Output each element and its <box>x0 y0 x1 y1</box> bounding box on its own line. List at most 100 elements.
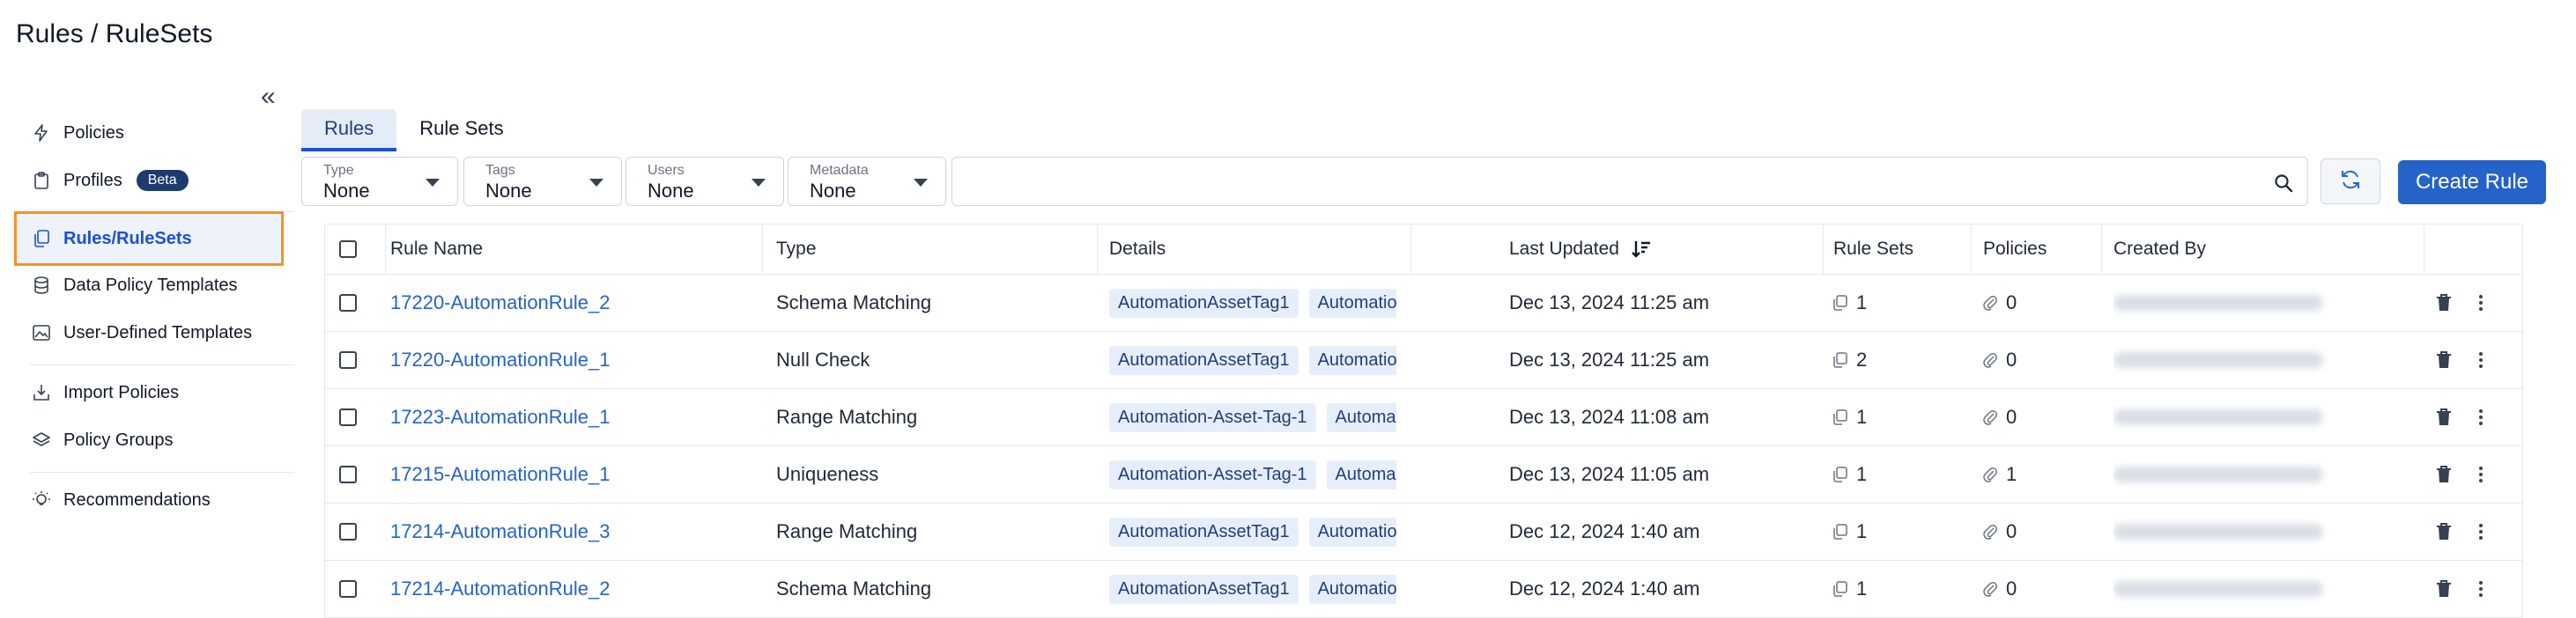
trash-icon[interactable] <box>2436 294 2452 312</box>
policies-count: 0 <box>1983 389 2098 445</box>
redacted-email <box>2113 409 2323 425</box>
filter-label: Metadata <box>810 163 869 178</box>
table-row[interactable]: 17220-AutomationRule_1 Null Check Automa… <box>325 332 2522 389</box>
filter-value: None <box>648 180 694 202</box>
page-title: Rules / RuleSets <box>16 19 213 48</box>
more-vertical-icon[interactable] <box>2478 294 2483 312</box>
row-checkbox[interactable] <box>339 294 357 312</box>
more-vertical-icon[interactable] <box>2478 523 2483 541</box>
rule-name-link[interactable]: 17223-AutomationRule_1 <box>390 406 611 429</box>
policies-count: 0 <box>1983 561 2098 617</box>
more-vertical-icon[interactable] <box>2478 351 2483 369</box>
header-rule-name[interactable]: Rule Name <box>390 224 725 274</box>
sidebar-item-label: Policy Groups <box>63 430 174 450</box>
trash-icon[interactable] <box>2436 523 2452 541</box>
header-created-by[interactable]: Created By <box>2113 224 2395 274</box>
policies-value: 0 <box>2006 406 2017 428</box>
copy-icon <box>1833 352 1847 368</box>
caret-down-icon <box>589 179 603 187</box>
copy-icon <box>32 229 51 248</box>
paperclip-icon <box>1983 524 1997 540</box>
row-checkbox[interactable] <box>339 580 357 598</box>
row-checkbox[interactable] <box>339 408 357 426</box>
header-policies[interactable]: Policies <box>1983 224 2106 274</box>
sort-desc-icon[interactable] <box>1632 239 1651 259</box>
row-checkbox[interactable] <box>339 523 357 541</box>
last-updated: Dec 12, 2024 1:40 am <box>1509 520 1700 542</box>
sidebar-item-label: Policies <box>63 122 124 143</box>
sidebar-item-profiles[interactable]: Profiles Beta <box>14 157 284 204</box>
sidebar-item-data-policy-templates[interactable]: Data Policy Templates <box>14 261 284 309</box>
create-rule-button[interactable]: Create Rule <box>2398 160 2546 204</box>
copy-icon <box>1833 295 1847 311</box>
header-rule-sets[interactable]: Rule Sets <box>1833 224 1974 274</box>
header-type[interactable]: Type <box>776 224 1093 274</box>
table-row[interactable]: 17220-AutomationRule_2 Schema Matching A… <box>325 275 2522 332</box>
table-row[interactable]: 17214-AutomationRule_2 Schema Matching A… <box>325 561 2522 618</box>
trash-icon[interactable] <box>2436 466 2452 483</box>
header-last-updated[interactable]: Last Updated <box>1509 224 1809 274</box>
trash-icon[interactable] <box>2436 351 2452 369</box>
sidebar-item-policy-groups[interactable]: Policy Groups <box>14 416 284 464</box>
collapse-sidebar-icon[interactable]: « <box>261 84 276 110</box>
rule-name-link[interactable]: 17220-AutomationRule_1 <box>390 349 611 372</box>
sidebar-item-import-policies[interactable]: Import Policies <box>14 369 284 416</box>
refresh-button[interactable] <box>2321 158 2380 204</box>
rules-table: Rule Name Type Details Last Updated Rule… <box>324 224 2523 618</box>
tag-chip: AutomationAssetTag1 <box>1109 345 1299 375</box>
image-icon <box>32 323 51 342</box>
refresh-icon <box>2339 169 2362 195</box>
last-updated: Dec 13, 2024 11:25 am <box>1509 349 1710 371</box>
more-vertical-icon[interactable] <box>2478 466 2483 483</box>
rule-name-link[interactable]: 17214-AutomationRule_2 <box>390 578 611 600</box>
tags-filter[interactable]: Tags None <box>463 157 622 206</box>
rule-sets-value: 1 <box>1856 463 1868 485</box>
header-details[interactable]: Details <box>1109 224 1400 274</box>
rule-sets-count: 1 <box>1833 389 1965 445</box>
search-icon[interactable] <box>2274 173 2293 197</box>
sidebar-item-recommendations[interactable]: Recommendations <box>14 476 284 524</box>
table-row[interactable]: 17223-AutomationRule_1 Range Matching Au… <box>325 389 2522 446</box>
bolt-icon <box>32 123 51 143</box>
sidebar-item-rules-rulesets[interactable]: Rules/RuleSets <box>14 211 284 266</box>
tab-rules[interactable]: Rules <box>301 109 397 151</box>
rule-name-link[interactable]: 17220-AutomationRule_2 <box>390 291 611 314</box>
policies-value: 1 <box>2006 463 2017 485</box>
policies-count: 1 <box>1983 446 2098 503</box>
row-checkbox[interactable] <box>339 466 357 483</box>
sidebar-item-policies[interactable]: Policies <box>14 109 284 157</box>
row-checkbox[interactable] <box>339 351 357 369</box>
database-icon <box>32 276 51 295</box>
more-vertical-icon[interactable] <box>2478 408 2483 426</box>
tag-chip: AutomationAssetTag1 <box>1109 288 1299 318</box>
details-tags: AutomationAssetTag1 AutomationAssetTag2 <box>1109 561 1396 617</box>
tab-rule-sets[interactable]: Rule Sets <box>396 109 526 148</box>
metadata-filter[interactable]: Metadata None <box>788 157 946 206</box>
details-tags: Automation-Asset-Tag-1 AutomationAsset <box>1109 446 1396 503</box>
sidebar-item-user-defined-templates[interactable]: User-Defined Templates <box>14 309 284 357</box>
more-vertical-icon[interactable] <box>2478 580 2483 598</box>
users-filter[interactable]: Users None <box>625 157 784 206</box>
redacted-email <box>2113 581 2323 597</box>
table-row[interactable]: 17215-AutomationRule_1 Uniqueness Automa… <box>325 446 2522 504</box>
trash-icon[interactable] <box>2436 408 2452 426</box>
paperclip-icon <box>1983 352 1997 368</box>
rule-name-link[interactable]: 17215-AutomationRule_1 <box>390 463 611 486</box>
rule-sets-value: 2 <box>1856 349 1868 371</box>
search-input[interactable] <box>963 158 2253 203</box>
caret-down-icon <box>751 179 766 187</box>
tag-chip: AutomationAssetTag1 <box>1109 574 1299 604</box>
copy-icon <box>1833 409 1847 425</box>
filter-value: None <box>485 180 532 202</box>
sidebar-item-label: Profiles <box>63 170 122 190</box>
trash-icon[interactable] <box>2436 580 2452 598</box>
details-tags: AutomationAssetTag1 AutomationAssetTag2 <box>1109 504 1396 560</box>
filter-value: None <box>810 180 856 202</box>
select-all-checkbox[interactable] <box>339 240 357 258</box>
table-row[interactable]: 17214-AutomationRule_3 Range Matching Au… <box>325 504 2522 561</box>
paperclip-icon <box>1983 409 1997 425</box>
type-filter[interactable]: Type None <box>301 157 458 206</box>
rule-name-link[interactable]: 17214-AutomationRule_3 <box>390 520 611 543</box>
rule-sets-value: 1 <box>1856 578 1868 600</box>
sidebar-item-label: Import Policies <box>63 382 180 402</box>
